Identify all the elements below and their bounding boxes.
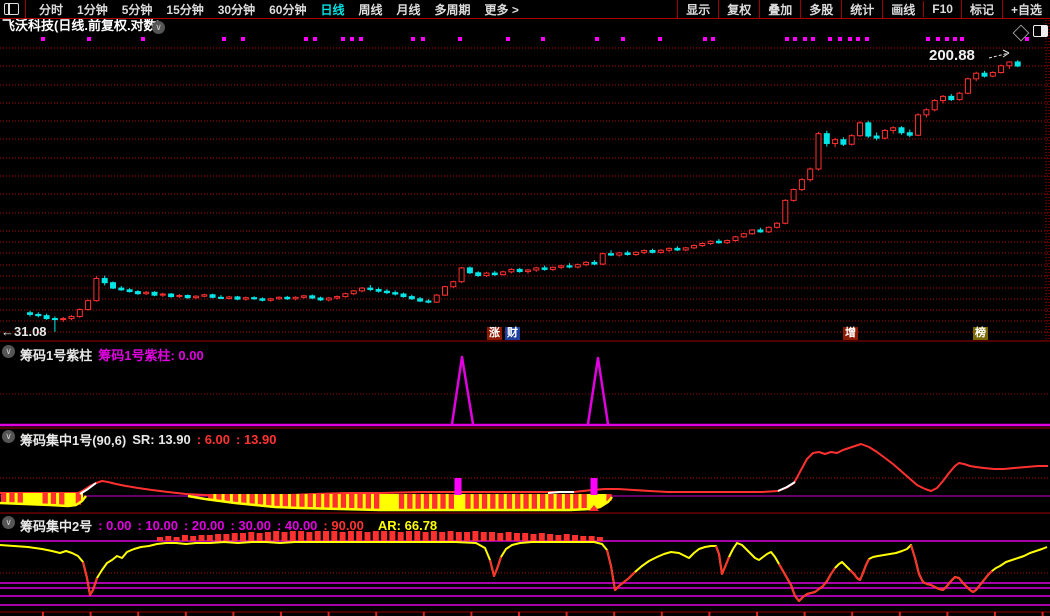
tab-60min[interactable]: 60分钟: [269, 1, 306, 18]
tab-30min[interactable]: 30分钟: [218, 1, 255, 18]
button-mark[interactable]: 标记: [961, 0, 1002, 19]
tab-5min[interactable]: 5分钟: [122, 1, 153, 18]
tab-monthly[interactable]: 月线: [397, 1, 421, 18]
panel2-header: 筹码1号紫柱 筹码1号紫柱: 0.00: [20, 345, 210, 364]
button-multistock[interactable]: 多股: [800, 0, 841, 19]
panel3-value-1: : 6.00: [197, 432, 230, 447]
panel4-value-90: : 90.00: [323, 518, 363, 533]
tab-daily[interactable]: 日线: [320, 1, 344, 18]
button-overlay[interactable]: 叠加: [759, 0, 800, 19]
last-price-label: 200.88: [929, 49, 975, 63]
panel4-header: 筹码集中2号 : 0.00 : 10.00 : 20.00 : 30.00 : …: [20, 516, 443, 535]
panel3-title: 筹码集中1号(90,6): [20, 430, 126, 449]
panel4-value-30: : 30.00: [230, 518, 270, 533]
tab-multiperiod[interactable]: 多周期: [435, 1, 471, 18]
tab-weekly[interactable]: 周线: [358, 1, 382, 18]
low-price-label: ←31.08: [1, 325, 47, 339]
panel2-collapse-icon[interactable]: ∨: [2, 345, 15, 358]
button-display[interactable]: 显示: [677, 0, 718, 19]
stock-title: 飞沃科技(日线.前复权.对数): [2, 19, 161, 33]
button-stats[interactable]: 统计: [841, 0, 882, 19]
badge-bang[interactable]: 榜: [973, 327, 988, 340]
button-f10[interactable]: F10: [923, 1, 961, 17]
panel4-value-0: : 0.00: [98, 518, 131, 533]
panel3-header: 筹码集中1号(90,6) SR: 13.90 : 6.00 : 13.90: [20, 430, 282, 449]
menu-bar: 分时 1分钟 5分钟 15分钟 30分钟 60分钟 日线 周线 月线 多周期 更…: [0, 0, 1050, 19]
panel4-title: 筹码集中2号: [20, 516, 92, 535]
trading-terminal: 分时 1分钟 5分钟 15分钟 30分钟 60分钟 日线 周线 月线 多周期 更…: [0, 0, 1050, 616]
layout-icon[interactable]: [4, 3, 19, 15]
badge-zhang[interactable]: 涨: [487, 327, 502, 340]
badge-zeng[interactable]: 增: [843, 327, 858, 340]
panel2-value: 筹码1号紫柱: 0.00: [98, 345, 203, 364]
panel-toggle-icon[interactable]: [1033, 25, 1048, 37]
panel4-value-10: : 10.00: [137, 518, 177, 533]
tab-more[interactable]: 更多 >: [485, 1, 519, 18]
panel4-value-20: : 20.00: [184, 518, 224, 533]
panel4-ar-value: AR: 66.78: [378, 518, 437, 533]
tab-15min[interactable]: 15分钟: [166, 1, 203, 18]
menu-divider: [25, 0, 26, 18]
badge-cai[interactable]: 财: [505, 327, 520, 340]
menu-right-group: 显示 复权 叠加 多股 统计 画线 F10 标记 +自选: [677, 0, 1050, 18]
button-add-watchlist[interactable]: +自选: [1002, 0, 1050, 19]
title-collapse-icon[interactable]: ∨: [152, 21, 165, 34]
tab-fenshi[interactable]: 分时: [39, 1, 63, 18]
panel3-collapse-icon[interactable]: ∨: [2, 430, 15, 443]
panel3-sr-value: SR: 13.90: [132, 432, 191, 447]
panel3-value-2: : 13.90: [236, 432, 276, 447]
panel2-title: 筹码1号紫柱: [20, 345, 92, 364]
panel4-collapse-icon[interactable]: ∨: [2, 516, 15, 529]
button-drawline[interactable]: 画线: [882, 0, 923, 19]
tab-1min[interactable]: 1分钟: [77, 1, 108, 18]
button-fuquan[interactable]: 复权: [718, 0, 759, 19]
panel4-value-40: : 40.00: [277, 518, 317, 533]
